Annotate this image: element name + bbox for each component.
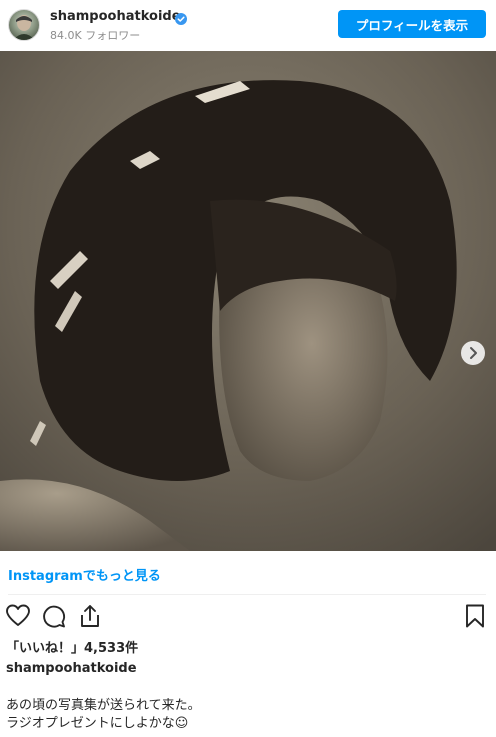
caption-line: ラジオプレゼントにしよかな☺︎ (6, 716, 189, 731)
divider (8, 594, 486, 595)
caption-line: あの頃の写真集が送られて来た。 (6, 698, 201, 713)
view-more-link[interactable]: Instagramでもっと見る (8, 565, 161, 584)
next-image-button[interactable] (461, 341, 485, 365)
share-icon[interactable] (77, 603, 103, 629)
heart-icon[interactable] (5, 603, 31, 629)
chevron-right-icon (461, 341, 485, 365)
comment-icon[interactable] (41, 603, 67, 629)
follower-count: 84.0K フォロワー (50, 29, 141, 42)
view-profile-button[interactable]: プロフィールを表示 (338, 10, 486, 38)
caption-username[interactable]: shampoohatkoide (6, 661, 137, 676)
caption-text: あの頃の写真集が送られて来た。 ラジオプレゼントにしよかな☺︎ (6, 697, 201, 733)
post-header: shampoohatkoide 84.0K フォロワー プロフィールを表示 (0, 0, 496, 50)
like-count[interactable]: 「いいね！」4,533件 (6, 637, 138, 656)
avatar[interactable] (8, 9, 40, 41)
verified-badge-icon (175, 10, 187, 25)
bookmark-icon[interactable] (462, 603, 488, 629)
username[interactable]: shampoohatkoide (50, 9, 181, 24)
post-image[interactable] (0, 51, 496, 551)
